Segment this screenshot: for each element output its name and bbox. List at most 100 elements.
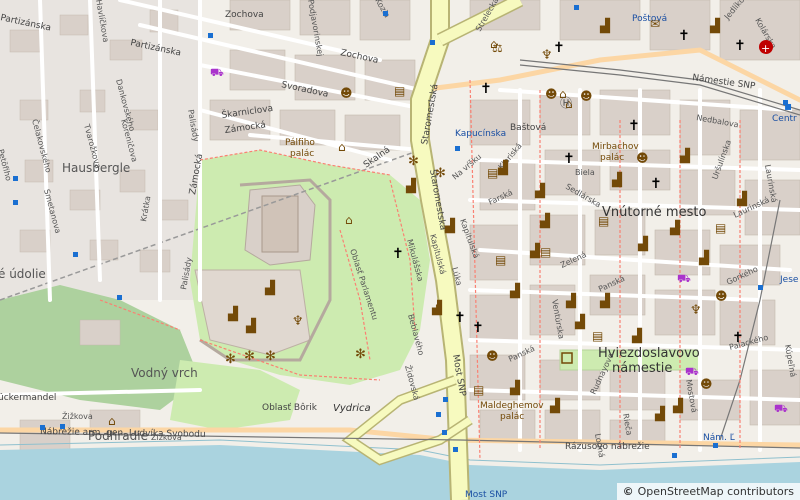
street-rieca: Rieča — [621, 413, 635, 437]
castle-icon: ▟ — [709, 17, 721, 34]
street-partizanska-b: Partizánska — [0, 13, 52, 33]
label-kapucinska-stop: Kapucínska — [455, 129, 506, 139]
street-korenicova: Koreničova — [119, 118, 140, 163]
vase-icon: ♆ — [690, 303, 702, 318]
street-zochova-top: Zochova — [225, 10, 264, 20]
monument-icon: ⌂ — [108, 414, 116, 428]
castle-icon: ▟ — [599, 292, 611, 309]
copyright-symbol: © — [622, 485, 634, 498]
map-labels: Hausbergle é údolie Vodný vrch Podhradie… — [0, 0, 799, 500]
castle-icon: ▟ — [654, 405, 666, 422]
bus-stop-icon — [442, 430, 447, 435]
bus-stop-icon — [436, 412, 441, 417]
church-icon: ✝ — [563, 151, 575, 167]
label-vodny-vrch: Vodný vrch — [131, 366, 198, 380]
viewpoint-icon: ✻ — [225, 352, 236, 367]
label-uckermandel: ückermandel — [0, 393, 56, 403]
street-farska: Farská — [487, 188, 514, 207]
castle-icon: ▟ — [637, 235, 649, 252]
street-gorkeho: Gorkého — [725, 263, 760, 286]
church-icon: ✝ — [553, 40, 565, 56]
castle-icon: ▟ — [698, 249, 710, 266]
church-icon: ✝ — [480, 81, 492, 97]
church-icon: ✝ — [650, 176, 662, 192]
library-icon: ▤ — [592, 329, 603, 343]
bus-stop-icon — [455, 146, 460, 151]
street-zamocka: Zámocká — [224, 120, 266, 136]
street-kratka: Krátka — [139, 195, 152, 222]
street-nedbalova: Nedbalova — [696, 113, 740, 129]
church-icon: ✝ — [734, 38, 746, 54]
bus-stop-icon — [443, 397, 448, 402]
theatre-icon: ☻ — [486, 349, 499, 363]
castle-icon: ▟ — [509, 282, 521, 299]
theatre-icon: ☻ — [580, 89, 593, 103]
castle-icon: ▟ — [736, 190, 748, 207]
tram-stop-icon: Ⓗ — [560, 96, 572, 110]
street-staromestska-a: Staromestská — [420, 83, 441, 145]
castle-icon: ▟ — [669, 219, 681, 236]
street-petoviho: Petöfiho — [0, 148, 13, 182]
street-na-vrsku: Na vŕšku — [450, 151, 483, 181]
street-biela: Biela — [575, 168, 595, 177]
attribution-text[interactable]: OpenStreetMap contributors — [638, 485, 794, 498]
bus-stop-icon — [13, 176, 18, 181]
street-svoradova: Svoradova — [280, 80, 329, 100]
castle-icon: ▟ — [611, 171, 623, 188]
label-centr: Centr — [772, 114, 797, 124]
label-mirbachov-palac: palác — [600, 153, 624, 163]
library-icon: ▤ — [598, 214, 609, 228]
castle-icon: ▟ — [509, 379, 521, 396]
label-palfiho-palac: palác — [290, 149, 314, 159]
street-skalna: Skalná — [362, 145, 392, 170]
label-mirbachov: Mirbachov — [592, 142, 639, 152]
courthouse-icon: ⚖ — [492, 41, 503, 55]
street-celakovskeho: Čelakovského — [30, 118, 55, 174]
castle-icon: ▟ — [264, 279, 276, 296]
street-kupelna: Kúpeľná — [783, 344, 798, 378]
church-icon: ✝ — [472, 320, 484, 336]
church-icon: ✝ — [732, 330, 744, 346]
street-zizkova-b: Žižkova — [151, 431, 182, 442]
artwork-icons: ♆ ♆ ♆ — [292, 48, 702, 329]
street-zelena: Zelená — [559, 250, 588, 270]
label-vnutorne-mesto: Vnútorné mesto — [602, 205, 706, 220]
church-icon: ✝ — [392, 246, 404, 262]
theatre-icon: ☻ — [545, 87, 558, 101]
hospital-cross: + — [761, 42, 770, 55]
church-icon: ✝ — [628, 118, 640, 134]
street-zamocka-west: Zámocká — [188, 153, 205, 196]
castle-icon: ▟ — [599, 17, 611, 34]
theatre-icon: ☻ — [636, 151, 649, 165]
castle-icon: ▟ — [405, 177, 417, 194]
library-icon: ▤ — [495, 253, 506, 267]
street-razusovo: Rázusovo nábrežie — [565, 442, 650, 452]
street-kozia: Kozia — [373, 0, 391, 19]
street-skarniclova: Škarniclova — [221, 102, 274, 121]
theatre-icon: ☻ — [700, 377, 713, 391]
bus-stop-icon — [758, 285, 763, 290]
bus-stop-icon — [13, 200, 18, 205]
street-luka: Lúka — [450, 266, 464, 287]
street-partizanska-a: Partizánska — [129, 38, 181, 58]
label-jese: Jese — [779, 275, 799, 285]
street-havlickova: Havlíčkova — [94, 0, 111, 43]
viewpoint-icon: ✻ — [244, 349, 255, 364]
library-icon: ▤ — [487, 166, 498, 180]
label-oblast-parlamentu: Oblasť Parlamentu — [348, 248, 379, 321]
viewpoint-icon: ✻ — [435, 166, 446, 181]
bus-stop-icon — [672, 453, 677, 458]
castle-icon: ▟ — [539, 212, 551, 229]
map-canvas[interactable]: Hausbergle é údolie Vodný vrch Podhradie… — [0, 0, 800, 500]
library-icon: ▤ — [473, 383, 484, 397]
library-icon: ▤ — [715, 221, 726, 235]
label-nam-l: Nám. Ľ — [703, 433, 735, 443]
monument-icon: ⌂ — [345, 213, 353, 227]
vase-icon: ♆ — [541, 48, 553, 63]
street-sedlarska: Sedlárska — [564, 182, 602, 209]
castle-icon: ▟ — [679, 147, 691, 164]
castle-icon: ▟ — [672, 397, 684, 414]
tram-stop-icon: ▪ — [784, 99, 792, 113]
label-oblast-borik: Oblasť Bôrik — [262, 402, 318, 413]
attribution[interactable]: © OpenStreetMap contributors — [616, 483, 800, 500]
